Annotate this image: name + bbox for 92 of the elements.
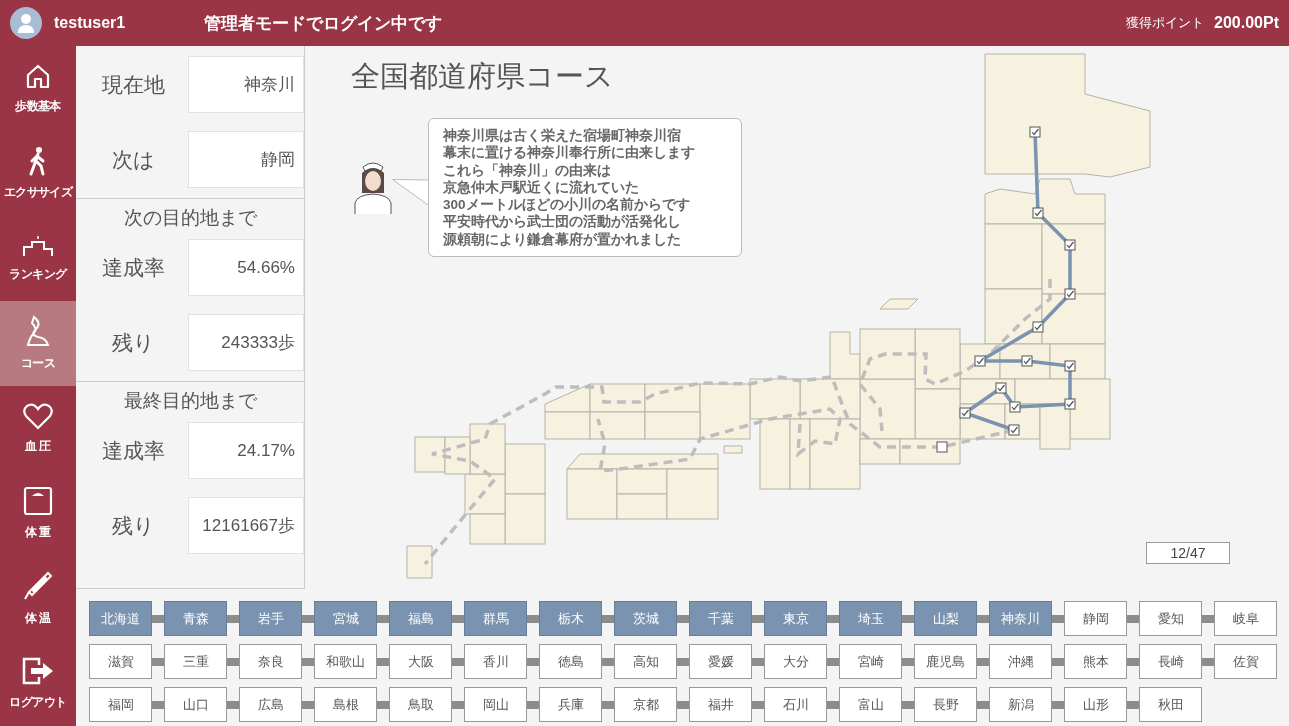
prefecture-chip[interactable]: 山形 — [1064, 687, 1127, 722]
checked-checkpoint-icon — [959, 407, 971, 419]
progress-counter: 12/47 — [1146, 542, 1230, 564]
value-field: 神奈川 — [188, 56, 304, 113]
prefecture-chip[interactable]: 鹿児島 — [914, 644, 977, 679]
prefecture-chip[interactable]: 鳥取 — [389, 687, 452, 722]
prefecture-chip[interactable]: 佐賀 — [1214, 644, 1277, 679]
user-name: testuser1 — [54, 14, 127, 32]
speech-text-line: 源頼朝により鎌倉幕府が置かれました — [443, 230, 681, 249]
scale-icon — [23, 486, 53, 516]
nav-item[interactable]: 体 重 — [0, 471, 76, 556]
speech-text-line: 平安時代から武士団の活動が活発化し — [443, 213, 681, 231]
nav-item[interactable]: 歩数基本 — [0, 46, 76, 131]
prefecture-chip[interactable]: 富山 — [839, 687, 902, 722]
prefecture-chip[interactable]: 岡山 — [464, 687, 527, 722]
prefecture-chip[interactable]: 新潟 — [989, 687, 1052, 722]
nav-item[interactable]: ログアウト — [0, 641, 76, 726]
field-label: 次は — [110, 146, 156, 173]
field-label: 現在地 — [100, 71, 166, 98]
nav-item[interactable]: 血 圧 — [0, 386, 76, 471]
speech-text-line: 300メートルほどの小川の名前からです — [443, 196, 690, 214]
user-avatar-icon — [10, 7, 42, 39]
nav-item[interactable]: ランキング — [0, 216, 76, 301]
speech-text-line: これら「神奈川」の由来は — [443, 161, 611, 179]
checked-checkpoint-icon — [1008, 424, 1020, 436]
home-icon — [24, 62, 52, 90]
value-field: 12161667歩 — [188, 497, 304, 554]
winding-road-icon — [24, 315, 52, 347]
island-drawing — [879, 298, 919, 310]
prefecture-chip[interactable]: 福井 — [689, 687, 752, 722]
prefecture-chip[interactable]: 秋田 — [1139, 687, 1202, 722]
prefecture-chip[interactable]: 兵庫 — [539, 687, 602, 722]
prefecture-chip[interactable]: 島根 — [314, 687, 377, 722]
prefecture-chip[interactable]: 長野 — [914, 687, 977, 722]
section-heading: 最終目的地まで — [122, 389, 258, 413]
section-heading: 次の目的地まで — [122, 206, 258, 230]
prefecture-chip[interactable]: 熊本 — [1064, 644, 1127, 679]
mode-message: 管理者モードでログイン中です — [204, 12, 443, 35]
prefecture-chip[interactable]: 静岡 — [1064, 601, 1127, 636]
speech-text-line: 幕末に置ける神奈川奉行所に由来します — [443, 144, 695, 162]
prefecture-chip[interactable]: 滋賀 — [89, 644, 152, 679]
prefecture-chip[interactable]: 三重 — [164, 644, 227, 679]
prefecture-chip[interactable]: 香川 — [464, 644, 527, 679]
points-value: 200.00Pt — [1214, 14, 1279, 32]
checked-checkpoint-icon — [1009, 401, 1021, 413]
checkpoint-icon — [936, 441, 948, 453]
checked-checkpoint-icon — [1021, 355, 1033, 367]
nurse-icon — [351, 159, 395, 215]
prefecture-chip[interactable]: 愛知 — [1139, 601, 1202, 636]
heart-icon — [22, 402, 54, 430]
value-field: 24.17% — [188, 422, 304, 479]
prefecture-chip[interactable]: 岐阜 — [1214, 601, 1277, 636]
field-label: 達成率 — [100, 254, 166, 281]
prefecture-chip[interactable]: 山口 — [164, 687, 227, 722]
prefecture-chip[interactable]: 高知 — [614, 644, 677, 679]
checked-checkpoint-icon — [995, 382, 1007, 394]
prefecture-chip[interactable]: 大分 — [764, 644, 827, 679]
field-label: 達成率 — [100, 437, 166, 464]
field-label: 残り — [110, 512, 156, 539]
prefecture-chip[interactable]: 広島 — [239, 687, 302, 722]
prefecture-chip[interactable]: 京都 — [614, 687, 677, 722]
field-label: 残り — [110, 329, 156, 356]
prefecture-chip[interactable]: 徳島 — [539, 644, 602, 679]
points-label: 獲得ポイント — [1126, 14, 1205, 32]
prefecture-chip[interactable]: 愛媛 — [689, 644, 752, 679]
checked-checkpoint-icon — [1032, 321, 1044, 333]
nav-item[interactable]: 体 温 — [0, 556, 76, 641]
prefecture-chip[interactable]: 石川 — [764, 687, 827, 722]
prefecture-chip[interactable]: 和歌山 — [314, 644, 377, 679]
value-field: 243333歩 — [188, 314, 304, 371]
checked-checkpoint-icon — [1064, 398, 1076, 410]
podium-icon — [22, 234, 54, 258]
value-field: 静岡 — [188, 131, 304, 188]
checked-checkpoint-icon — [1064, 239, 1076, 251]
checked-checkpoint-icon — [1032, 207, 1044, 219]
nav-item[interactable]: エクササイズ — [0, 131, 76, 216]
thermometer-icon — [22, 570, 54, 602]
course-title: 全国都道府県コース — [351, 59, 614, 94]
speech-text-line: 神奈川県は古く栄えた宿場町神奈川宿 — [443, 127, 681, 145]
speech-text-line: 京急仲木戸駅近くに流れていた — [443, 178, 639, 197]
checked-checkpoint-icon — [1064, 360, 1076, 372]
checked-checkpoint-icon — [1029, 126, 1041, 138]
value-field: 54.66% — [188, 239, 304, 296]
prefecture-chip[interactable]: 大阪 — [389, 644, 452, 679]
logout-icon — [21, 656, 55, 686]
prefecture-chip[interactable]: 長崎 — [1139, 644, 1202, 679]
checked-checkpoint-icon — [974, 355, 986, 367]
prefecture-chip[interactable]: 奈良 — [239, 644, 302, 679]
prefecture-chip[interactable]: 福岡 — [89, 687, 152, 722]
checked-checkpoint-icon — [1064, 288, 1076, 300]
prefecture-chip[interactable]: 沖縄 — [989, 644, 1052, 679]
prefecture-chip[interactable]: 宮崎 — [839, 644, 902, 679]
